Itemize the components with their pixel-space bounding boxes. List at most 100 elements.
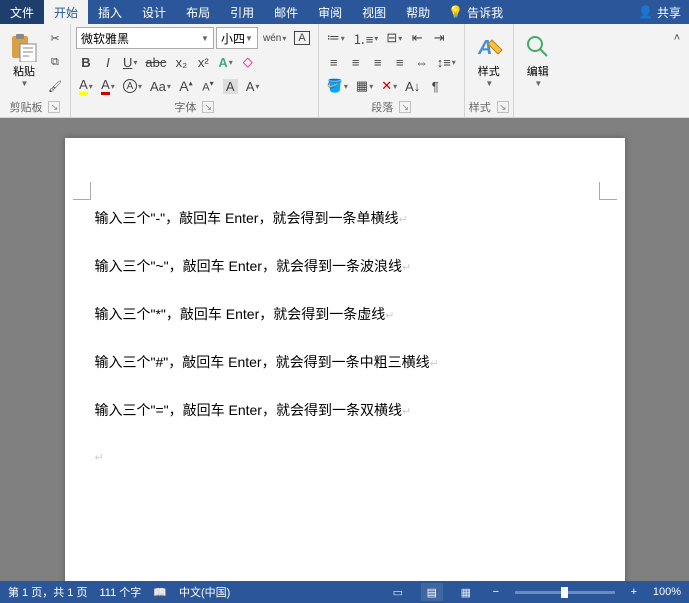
char-shading-button[interactable]: A	[220, 75, 241, 97]
tab-insert[interactable]: 插入	[88, 0, 132, 24]
char-scaling-button[interactable]: A▾	[243, 75, 263, 97]
cut-button[interactable]: ✂	[45, 28, 65, 48]
numbering-button[interactable]: ⒈≡▾	[350, 27, 382, 49]
decrease-indent-button[interactable]: ⇤	[407, 27, 427, 49]
language-status[interactable]: 中文(中国)	[179, 584, 230, 600]
spell-check-icon[interactable]: 📖	[153, 586, 167, 599]
styles-button[interactable]: A 样式 ▼	[469, 26, 509, 92]
align-center-button[interactable]: ≡	[346, 51, 366, 73]
page-count[interactable]: 第 1 页，共 1 页	[8, 584, 87, 600]
copy-button[interactable]: ⧉	[45, 52, 65, 72]
change-case-button[interactable]: Aa▾	[147, 75, 174, 97]
slider-thumb[interactable]	[561, 587, 568, 598]
increase-indent-button[interactable]: ⇥	[429, 27, 449, 49]
align-left-button[interactable]: ≡	[324, 51, 344, 73]
zoom-slider[interactable]	[515, 591, 615, 594]
print-layout-button[interactable]: ▤	[421, 583, 443, 601]
align-right-button[interactable]: ≡	[368, 51, 388, 73]
paragraph[interactable]: 输入三个"~"，敲回车 Enter，就会得到一条波浪线↵	[95, 256, 595, 276]
show-marks-button[interactable]: ¶	[425, 75, 445, 97]
styles-launcher[interactable]: ↘	[497, 101, 509, 113]
brush-icon: 🖌	[48, 80, 62, 93]
chevron-down-icon: ▼	[534, 79, 542, 88]
font-color-button[interactable]: A▾	[98, 75, 118, 97]
asian-layout-button[interactable]: ✕▾	[378, 75, 400, 97]
distribute-icon: ⇔	[415, 55, 428, 70]
borders-button[interactable]: ▦▾	[353, 75, 376, 97]
paragraph-mark: ↵	[402, 262, 411, 274]
paragraph-mark: ↵	[402, 406, 411, 418]
spacing-icon: ↕≡	[437, 55, 451, 70]
line-spacing-button[interactable]: ↕≡▾	[434, 51, 459, 73]
tab-file[interactable]: 文件	[0, 0, 44, 24]
multilevel-button[interactable]: ⊟▾	[383, 27, 405, 49]
paragraph[interactable]: ↵	[95, 448, 595, 464]
char-border-button[interactable]: A	[291, 27, 312, 49]
paragraph[interactable]: 输入三个"#"，敲回车 Enter，就会得到一条中粗三横线↵	[95, 352, 595, 372]
font-launcher[interactable]: ↘	[202, 101, 214, 113]
paragraph-mark: ↵	[385, 310, 394, 322]
eraser-icon: ◇	[243, 54, 253, 70]
phonetic-guide-button[interactable]: wén▾	[260, 27, 289, 49]
tab-help[interactable]: 帮助	[396, 0, 440, 24]
clipboard-label: 剪贴板	[9, 99, 42, 115]
italic-button[interactable]: I	[98, 51, 118, 73]
shrink-font-button[interactable]: A▾	[198, 75, 218, 97]
share-label: 共享	[657, 4, 681, 21]
underline-button[interactable]: U▾	[120, 51, 140, 73]
page[interactable]: 输入三个"-"，敲回车 Enter，就会得到一条单横线↵ 输入三个"~"，敲回车…	[65, 138, 625, 581]
styles-group-label: 样式	[469, 99, 491, 115]
paragraph[interactable]: 输入三个"*"，敲回车 Enter，就会得到一条虚线↵	[95, 304, 595, 324]
tab-view[interactable]: 视图	[352, 0, 396, 24]
tell-me[interactable]: 💡 告诉我	[440, 4, 511, 21]
font-size-combo[interactable]: 小四▼	[216, 27, 258, 49]
paragraph[interactable]: 输入三个"-"，敲回车 Enter，就会得到一条单横线↵	[95, 208, 595, 228]
font-color-icon: A	[101, 77, 110, 95]
ribbon: 粘贴 ▼ ✂ ⧉ 🖌 剪贴板 ↘ 微软雅黑▼ 小四▼ wén▾ A B I U▾	[0, 24, 689, 118]
grow-font-button[interactable]: A▴	[176, 75, 196, 97]
highlight-icon: A	[79, 77, 88, 95]
paragraph-launcher[interactable]: ↘	[399, 101, 411, 113]
zoom-out-button[interactable]: −	[489, 586, 503, 598]
superscript-button[interactable]: x²	[193, 51, 213, 73]
strikethrough-button[interactable]: abc	[142, 51, 169, 73]
justify-icon: ≡	[396, 55, 404, 70]
read-mode-button[interactable]: ▭	[387, 583, 409, 601]
tab-design[interactable]: 设计	[132, 0, 176, 24]
font-family-combo[interactable]: 微软雅黑▼	[76, 27, 214, 49]
asian-layout-icon: ✕	[381, 78, 392, 94]
clear-formatting-button[interactable]: ◇	[238, 51, 258, 73]
format-painter-button[interactable]: 🖌	[45, 76, 65, 96]
tab-layout[interactable]: 布局	[176, 0, 220, 24]
web-layout-button[interactable]: ▦	[455, 583, 477, 601]
svg-text:A: A	[477, 37, 492, 59]
zoom-level[interactable]: 100%	[653, 586, 681, 598]
bold-button[interactable]: B	[76, 51, 96, 73]
enclose-char-button[interactable]: A▾	[120, 75, 145, 97]
paste-button[interactable]: 粘贴 ▼	[4, 26, 44, 92]
word-count[interactable]: 111 个字	[99, 584, 141, 600]
shading-button[interactable]: 🪣▾	[324, 75, 351, 97]
styles-label: 样式	[478, 63, 500, 79]
distribute-button[interactable]: ⇔	[412, 51, 432, 73]
paragraph[interactable]: 输入三个"="，敲回车 Enter，就会得到一条双横线↵	[95, 400, 595, 420]
zoom-in-button[interactable]: +	[627, 586, 641, 598]
share-button[interactable]: 👤 共享	[630, 4, 689, 21]
tab-review[interactable]: 审阅	[308, 0, 352, 24]
editing-button[interactable]: 编辑 ▼	[518, 26, 558, 92]
sort-button[interactable]: A↓	[402, 75, 423, 97]
collapse-ribbon-button[interactable]: ˄	[669, 28, 685, 48]
document-area[interactable]: 输入三个"-"，敲回车 Enter，就会得到一条单横线↵ 输入三个"~"，敲回车…	[0, 118, 689, 581]
tab-mailings[interactable]: 邮件	[264, 0, 308, 24]
tab-references[interactable]: 引用	[220, 0, 264, 24]
clipboard-launcher[interactable]: ↘	[48, 101, 60, 113]
text-effects-button[interactable]: A▾	[215, 51, 235, 73]
subscript-button[interactable]: x₂	[171, 51, 191, 73]
bullets-button[interactable]: ≔▾	[324, 27, 348, 49]
justify-button[interactable]: ≡	[390, 51, 410, 73]
editing-label: 编辑	[527, 63, 549, 79]
highlight-button[interactable]: A▾	[76, 75, 96, 97]
tab-home[interactable]: 开始	[44, 0, 88, 24]
align-center-icon: ≡	[352, 55, 360, 70]
align-right-icon: ≡	[374, 55, 382, 70]
